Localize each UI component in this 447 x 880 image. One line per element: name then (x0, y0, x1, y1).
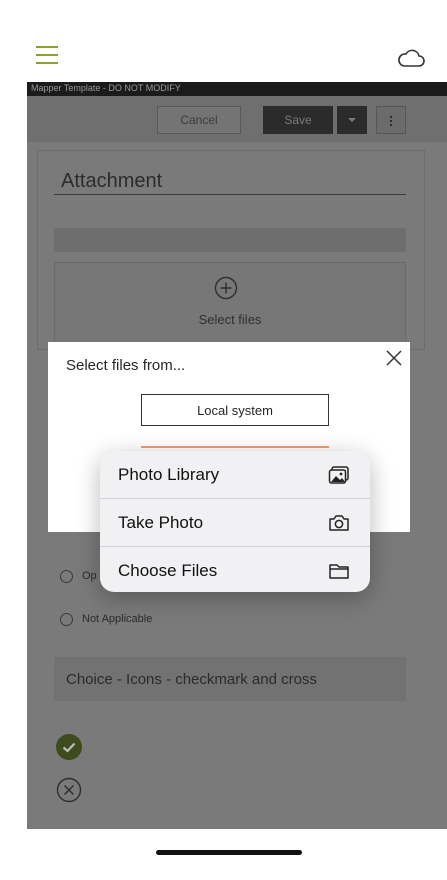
folder-icon (329, 564, 349, 579)
select-files-label: Select files (198, 312, 262, 327)
camera-icon (329, 515, 349, 531)
more-dot (390, 124, 392, 126)
menu-item-label: Photo Library (118, 465, 220, 484)
home-indicator[interactable] (156, 850, 302, 855)
file-source-action-menu: Photo Library Take Photo Choose Files (100, 451, 370, 592)
menu-item-label: Take Photo (118, 513, 204, 532)
menu-item-label: Choose Files (118, 561, 218, 580)
check-glyph (62, 742, 76, 753)
menu-item-photo-library[interactable]: Photo Library (100, 451, 370, 498)
title-underline (54, 194, 406, 195)
radio-not-applicable-label: Not Applicable (82, 613, 153, 625)
screen: Mapper Template - DO NOT MODIFY Cancel S… (0, 0, 447, 880)
cloud-source-button-edge (141, 446, 329, 448)
choice-label: Choice - Icons - checkmark and cross (66, 671, 317, 688)
radio-not-applicable[interactable] (60, 613, 73, 626)
hamburger-icon[interactable] (36, 46, 58, 64)
radio-option[interactable] (60, 570, 73, 583)
close-icon[interactable] (384, 348, 404, 368)
chevron-down-icon (348, 118, 356, 122)
checkmark-icon[interactable] (56, 734, 82, 760)
photo-library-icon (328, 466, 349, 484)
save-options-button[interactable] (337, 106, 367, 134)
save-button[interactable]: Save (263, 106, 333, 134)
more-options-button[interactable] (376, 106, 406, 134)
cloud-icon[interactable] (397, 48, 425, 68)
more-dot (390, 120, 392, 122)
window-title: Mapper Template - DO NOT MODIFY (31, 83, 181, 93)
radio-option-label: Op (82, 570, 97, 582)
cancel-button[interactable]: Cancel (157, 106, 241, 134)
add-circle-icon[interactable] (214, 276, 238, 300)
local-system-button[interactable]: Local system (141, 394, 329, 426)
window-title-bar: Mapper Template - DO NOT MODIFY (27, 82, 447, 96)
top-bar (0, 0, 447, 82)
dialog-title: Select files from... (66, 357, 186, 374)
menu-item-take-photo[interactable]: Take Photo (100, 499, 370, 546)
file-drop-zone[interactable] (54, 262, 406, 348)
toolbar: Cancel Save (27, 96, 447, 142)
attachment-title: Attachment (61, 170, 163, 192)
attachment-strip (54, 228, 406, 252)
cross-icon[interactable] (56, 777, 82, 803)
menu-item-choose-files[interactable]: Choose Files (100, 547, 370, 592)
more-dot (390, 116, 392, 118)
